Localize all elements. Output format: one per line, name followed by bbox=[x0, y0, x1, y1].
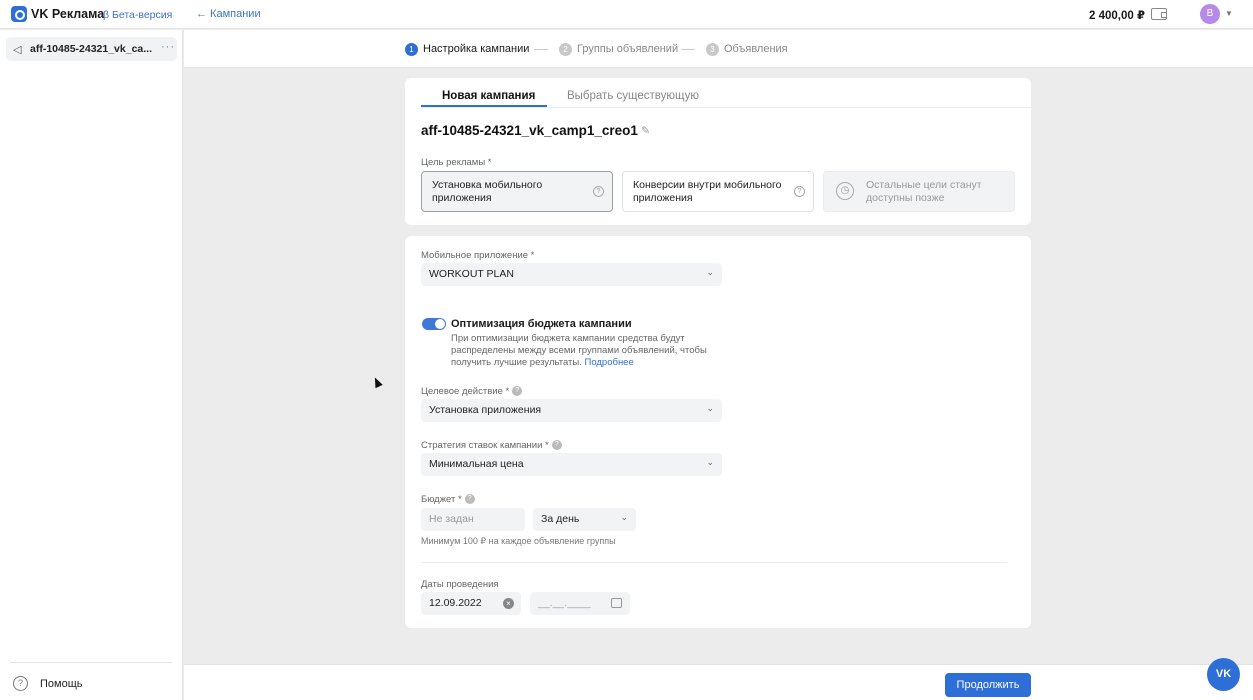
end-date-input[interactable]: __.__.____ bbox=[530, 592, 630, 615]
step-1-label[interactable]: Настройка кампании bbox=[423, 43, 529, 55]
chevron-down-icon: ⌄ bbox=[620, 512, 628, 522]
budget-period-select[interactable]: За день ⌄ bbox=[533, 508, 636, 531]
tab-new-campaign[interactable]: Новая кампания bbox=[442, 90, 535, 102]
vk-chat-button[interactable]: VK bbox=[1207, 658, 1240, 691]
campaign-name: aff-10485-24321_vk_camp1_creo1 bbox=[421, 123, 638, 138]
question-icon[interactable]: ? bbox=[593, 186, 604, 197]
goal-option-unavailable: ◷ Остальные цели станут доступны позже bbox=[823, 171, 1015, 212]
app-label: Мобильное приложение * bbox=[421, 250, 535, 261]
chevron-down-icon: ⌄ bbox=[706, 457, 714, 467]
goal-label: Цель рекламы * bbox=[421, 157, 492, 168]
help-icon[interactable]: ? bbox=[13, 676, 28, 691]
budget-optimization-title: Оптимизация бюджета кампании bbox=[451, 318, 632, 330]
target-action-label: Целевое действие *? bbox=[421, 386, 523, 397]
beta-badge: β Бета-версия bbox=[103, 9, 173, 21]
step-connector bbox=[534, 49, 548, 50]
divider bbox=[10, 662, 172, 663]
campaign-settings-card: Мобильное приложение * WORKOUT PLAN ⌄ Оп… bbox=[405, 236, 1031, 628]
app-select-value: WORKOUT PLAN bbox=[429, 268, 514, 280]
goal-option-label: Конверсии внутри мобильного приложения bbox=[633, 179, 782, 204]
goal-option-app-install[interactable]: Установка мобильного приложения ? bbox=[421, 171, 613, 212]
goal-option-label: Остальные цели станут доступны позже bbox=[866, 179, 982, 204]
wallet-icon[interactable] bbox=[1151, 8, 1167, 20]
label-text: Бюджет * bbox=[421, 494, 462, 505]
steps-bar: 1 Настройка кампании 2 Группы объявлений… bbox=[184, 30, 1253, 68]
target-action-select[interactable]: Установка приложения ⌄ bbox=[421, 399, 722, 422]
mouse-cursor-icon bbox=[371, 375, 383, 389]
sidebar-item-label: aff-10485-24321_vk_ca... bbox=[30, 43, 153, 55]
goal-option-label: Установка мобильного приложения bbox=[432, 179, 543, 204]
tabs-divider bbox=[421, 107, 1031, 108]
strategy-label: Стратегия ставок кампании *? bbox=[421, 440, 562, 451]
dates-label: Даты проведения bbox=[421, 579, 499, 590]
chevron-down-icon[interactable]: ▼ bbox=[1225, 9, 1233, 18]
help-link[interactable]: Помощь bbox=[40, 678, 83, 690]
budget-label: Бюджет *? bbox=[421, 494, 475, 505]
step-2-label[interactable]: Группы объявлений bbox=[577, 43, 678, 55]
tab-choose-existing[interactable]: Выбрать существующую bbox=[567, 90, 699, 102]
strategy-select[interactable]: Минимальная цена ⌄ bbox=[421, 453, 722, 476]
description-text: При оптимизации бюджета кампании средств… bbox=[451, 333, 707, 368]
start-date-value: 12.09.2022 bbox=[429, 597, 482, 609]
goal-option-in-app-conversions[interactable]: Конверсии внутри мобильного приложения ? bbox=[622, 171, 814, 212]
strategy-value: Минимальная цена bbox=[429, 458, 524, 470]
step-2-number: 2 bbox=[559, 43, 572, 56]
calendar-icon[interactable] bbox=[611, 598, 622, 608]
step-connector bbox=[681, 49, 695, 50]
budget-hint: Минимум 100 ₽ на каждое объявление групп… bbox=[421, 536, 616, 546]
pencil-icon[interactable]: ✎ bbox=[641, 124, 650, 137]
step-3-number: 3 bbox=[706, 43, 719, 56]
chevron-down-icon: ⌄ bbox=[706, 267, 714, 277]
target-action-value: Установка приложения bbox=[429, 404, 542, 416]
vk-ads-logo-icon[interactable] bbox=[11, 6, 27, 22]
budget-period-value: За день bbox=[541, 513, 580, 525]
question-icon[interactable]: ? bbox=[551, 440, 562, 451]
question-icon[interactable]: ? bbox=[464, 494, 475, 505]
continue-button[interactable]: Продолжить bbox=[945, 673, 1031, 697]
end-date-placeholder: __.__.____ bbox=[538, 597, 591, 609]
step-1-number: 1 bbox=[405, 43, 418, 56]
avatar[interactable]: В bbox=[1200, 4, 1220, 24]
chevron-down-icon: ⌄ bbox=[706, 403, 714, 413]
step-3-label[interactable]: Объявления bbox=[724, 43, 788, 55]
more-icon[interactable]: ··· bbox=[161, 41, 175, 53]
sidebar: ◁ aff-10485-24321_vk_ca... ··· ? Помощь bbox=[0, 30, 183, 700]
budget-placeholder: Не задан bbox=[429, 513, 474, 525]
megaphone-icon: ◁ bbox=[13, 44, 22, 56]
top-bar: VK Реклама β Бета-версия ← Кампании 2 40… bbox=[0, 0, 1253, 29]
learn-more-link[interactable]: Подробнее bbox=[584, 357, 633, 368]
account-balance[interactable]: 2 400,00 ₽ bbox=[1089, 8, 1145, 22]
budget-optimization-toggle[interactable] bbox=[422, 318, 446, 330]
divider bbox=[421, 562, 1007, 563]
clear-icon[interactable]: × bbox=[503, 598, 514, 609]
label-text: Целевое действие * bbox=[421, 386, 510, 397]
start-date-input[interactable]: 12.09.2022 × bbox=[421, 592, 521, 615]
label-text: Стратегия ставок кампании * bbox=[421, 440, 549, 451]
campaign-goal-card: Новая кампания Выбрать существующую aff-… bbox=[405, 78, 1031, 225]
back-to-campaigns-link[interactable]: ← Кампании bbox=[196, 8, 261, 20]
app-select[interactable]: WORKOUT PLAN ⌄ bbox=[421, 263, 722, 286]
budget-input[interactable]: Не задан bbox=[421, 508, 525, 531]
bottom-bar: Продолжить bbox=[184, 664, 1253, 700]
question-icon[interactable]: ? bbox=[794, 186, 805, 197]
sidebar-item-campaign[interactable]: ◁ aff-10485-24321_vk_ca... ··· bbox=[6, 37, 177, 61]
question-icon[interactable]: ? bbox=[512, 386, 523, 397]
brand-title[interactable]: VK Реклама bbox=[31, 7, 104, 21]
budget-optimization-description: При оптимизации бюджета кампании средств… bbox=[451, 333, 721, 369]
clock-icon: ◷ bbox=[836, 182, 854, 200]
